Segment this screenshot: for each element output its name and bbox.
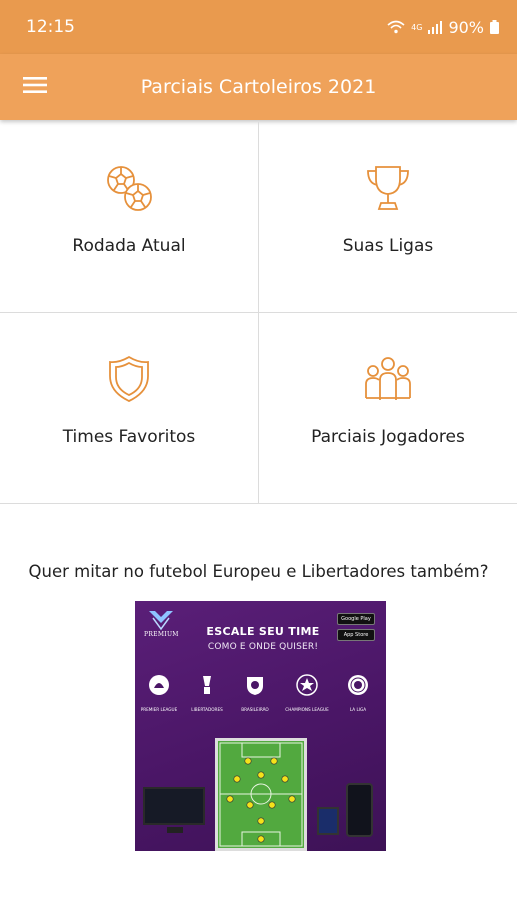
soccer-pitch-image [215,738,307,851]
status-bar: 12:15 4G 90% [0,0,517,54]
premier-league-logo-icon [149,675,169,695]
soccer-balls-icon [104,160,154,216]
ad-brand: PREMIUM [144,631,179,638]
promo-question: Quer mitar no futebol Europeu e Libertad… [28,562,489,581]
tv-device-image [143,787,205,825]
app-store-badge[interactable]: App Store [337,629,375,641]
league-laliga: LA LIGA [335,674,381,712]
league-brasileirao: BRASILEIRÃO [232,674,278,712]
wifi-icon [387,20,405,34]
battery-percent: 90% [448,17,484,37]
tile-times-favoritos[interactable]: Times Favoritos [0,313,259,504]
google-play-badge[interactable]: Google Play [337,613,375,625]
tile-label: Times Favoritos [62,427,196,447]
league-champions: CHAMPIONS LEAGUE [284,674,330,712]
tv-stand [167,827,183,833]
league-name: LA LIGA [349,707,367,712]
tile-suas-ligas[interactable]: Suas Ligas [259,122,517,313]
tablet-device-image [317,807,339,835]
brasileirao-logo-icon [247,677,263,695]
menu-button[interactable] [0,54,70,120]
players-group-icon [362,351,414,407]
premium-ad-banner[interactable]: PREMIUM ESCALE SEU TIME COMO E ONDE QUIS… [135,601,386,851]
signal-icon [428,20,443,34]
tile-label: Rodada Atual [72,236,186,256]
shield-icon [107,351,151,407]
league-name: CHAMPIONS LEAGUE [285,707,329,712]
status-time: 12:15 [26,17,75,37]
ad-headline: ESCALE SEU TIME [206,625,320,638]
trophy-icon [364,160,412,216]
league-name: PREMIER LEAGUE [140,707,178,712]
phone-device-image [346,783,373,837]
tile-label: Suas Ligas [342,236,434,256]
menu-tile-grid: Rodada Atual Suas Ligas Times Favoritos [0,122,517,504]
ad-subline: COMO E ONDE QUISER! [207,642,319,652]
tile-rodada-atual[interactable]: Rodada Atual [0,122,259,313]
pitch-lineup-icon [219,742,303,847]
app-title: Parciais Cartoleiros 2021 [140,76,377,98]
libertadores-trophy-icon [203,676,211,694]
la-liga-logo-icon [348,675,368,695]
tile-label: Parciais Jogadores [311,427,465,447]
tile-parciais-jogadores[interactable]: Parciais Jogadores [259,313,517,504]
league-name: BRASILEIRÃO [241,707,269,712]
champions-league-logo-icon [296,674,318,696]
battery-icon [490,20,499,34]
league-premier: PREMIER LEAGUE [136,674,182,712]
network-type-label: 4G [411,22,423,32]
league-name: LIBERTADORES [191,707,223,712]
app-bar: Parciais Cartoleiros 2021 [0,54,517,120]
status-icons: 4G 90% [387,18,499,37]
hamburger-menu-icon [23,76,47,98]
league-libertadores: LIBERTADORES [184,674,230,712]
